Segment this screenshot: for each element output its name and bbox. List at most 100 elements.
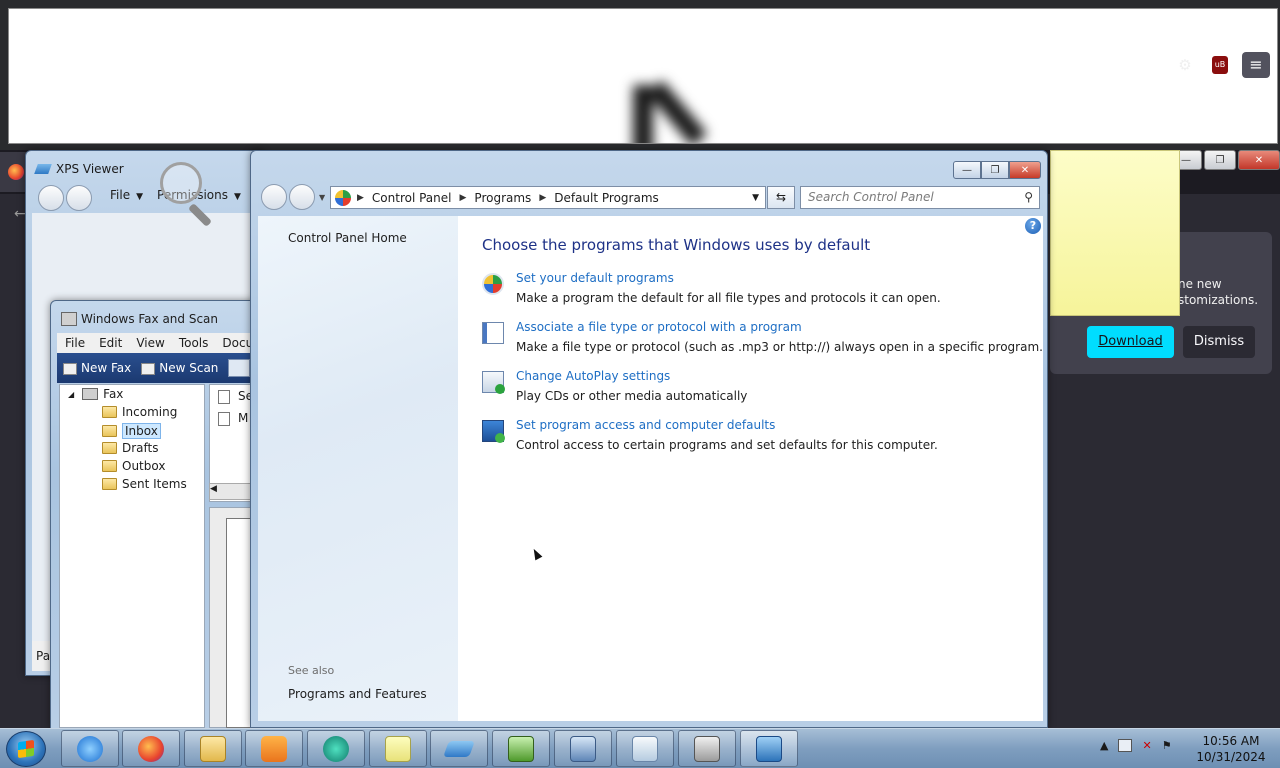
- tree-item-outbox[interactable]: Outbox: [102, 459, 165, 473]
- browser-app-icon: [323, 735, 349, 762]
- taskbar-control-panel[interactable]: [740, 730, 798, 767]
- hamburger-menu-icon[interactable]: ≡: [1242, 52, 1270, 78]
- tree-item-sent[interactable]: Sent Items: [102, 477, 187, 491]
- program-access-link[interactable]: Set program access and computer defaults: [516, 418, 775, 432]
- volume-muted-icon[interactable]: ✕: [1142, 739, 1151, 752]
- task-description: Control access to certain programs and s…: [516, 438, 938, 452]
- taskbar-windows-explorer[interactable]: [184, 730, 242, 767]
- change-autoplay-link[interactable]: Change AutoPlay settings: [516, 369, 670, 383]
- start-button[interactable]: [6, 731, 46, 767]
- maximize-icon[interactable]: ❐: [981, 161, 1009, 179]
- folder-icon: [200, 735, 226, 762]
- flag-icon[interactable]: ⚑: [1162, 739, 1172, 752]
- menu-view[interactable]: View: [136, 336, 164, 350]
- forward-button[interactable]: [66, 185, 92, 211]
- button-label: New Scan: [159, 361, 219, 375]
- taskbar-browser-app[interactable]: [307, 730, 365, 767]
- scanner-icon: [141, 362, 156, 375]
- associate-file-type-link[interactable]: Associate a file type or protocol with a…: [516, 320, 802, 334]
- chevron-down-icon[interactable]: ▼: [752, 193, 759, 203]
- document-icon: [632, 735, 658, 762]
- fax-scan-window: Windows Fax and Scan File Edit View Tool…: [50, 300, 265, 730]
- taskbar-sticky-notes[interactable]: [369, 730, 427, 767]
- taskbar-greenshot-app[interactable]: [492, 730, 550, 767]
- page-title: Choose the programs that Windows uses by…: [482, 236, 871, 254]
- tree-label: Incoming: [122, 405, 178, 419]
- window-title: Windows Fax and Scan: [81, 312, 219, 326]
- programs-features-link[interactable]: Programs and Features: [288, 687, 427, 701]
- chevron-right-icon[interactable]: ▶: [460, 193, 467, 203]
- chevron-right-icon[interactable]: ▶: [539, 193, 546, 203]
- maximize-icon[interactable]: ❐: [1204, 150, 1236, 170]
- preview-pane: [209, 507, 256, 728]
- set-default-programs-link[interactable]: Set your default programs: [516, 271, 674, 285]
- search-placeholder: Search Control Panel: [808, 190, 934, 204]
- forward-button[interactable]: [289, 184, 315, 210]
- outbox-icon: [102, 460, 117, 472]
- tree-label: Drafts: [122, 441, 159, 455]
- taskbar-firefox[interactable]: [122, 730, 180, 767]
- taskbar-internet-explorer[interactable]: [61, 730, 119, 767]
- minimize-icon[interactable]: —: [953, 161, 981, 179]
- fax-scan-icon: [570, 735, 596, 762]
- tree-item-inbox[interactable]: Inbox: [102, 423, 161, 439]
- xps-icon: [34, 164, 52, 174]
- tree-root[interactable]: ◢ Fax: [68, 387, 123, 401]
- network-icon[interactable]: [1118, 739, 1133, 752]
- breadcrumb-control-panel[interactable]: Control Panel: [372, 191, 452, 205]
- back-button[interactable]: [261, 184, 287, 210]
- taskbar-printer-app[interactable]: [678, 730, 736, 767]
- menu-tools[interactable]: Tools: [179, 336, 209, 350]
- horizontal-scrollbar[interactable]: ◀: [209, 483, 253, 500]
- main-content: Control Panel Home See also Programs and…: [258, 216, 1043, 721]
- menu-label: File: [110, 188, 131, 202]
- button-label: New Fax: [81, 361, 132, 375]
- folder-icon: [102, 406, 117, 418]
- taskbar-fax-scan[interactable]: [554, 730, 612, 767]
- blurred-image: [627, 79, 767, 143]
- breadcrumb-programs[interactable]: Programs: [474, 191, 531, 205]
- taskbar-xps-viewer[interactable]: [430, 730, 488, 767]
- file-menu[interactable]: File ▼: [110, 188, 143, 202]
- drafts-icon: [102, 442, 117, 454]
- firefox-logo-icon: [8, 164, 24, 180]
- tree-label: Fax: [103, 387, 124, 401]
- download-button[interactable]: Download: [1087, 326, 1174, 358]
- search-icon[interactable]: ⚲: [1024, 190, 1033, 204]
- close-icon[interactable]: ✕: [1238, 150, 1280, 170]
- menu-edit[interactable]: Edit: [99, 336, 122, 350]
- extensions-icon[interactable]: ⚙: [1174, 54, 1196, 76]
- panel-text-line: stomizations.: [1178, 293, 1259, 307]
- back-arrow-icon[interactable]: ←: [14, 206, 26, 222]
- clock[interactable]: 10:56 AM 10/31/2024: [1196, 733, 1266, 765]
- breadcrumb-default-programs[interactable]: Default Programs: [554, 191, 659, 205]
- menu-file[interactable]: File: [65, 336, 85, 350]
- tree-item-incoming[interactable]: Incoming: [102, 405, 177, 419]
- collapse-icon[interactable]: ◢: [68, 390, 74, 399]
- panel-text-line: ne new: [1178, 277, 1222, 291]
- taskbar-paper-document-app[interactable]: [616, 730, 674, 767]
- list-item[interactable]: M: [210, 407, 252, 429]
- chevron-down-icon[interactable]: ▼: [319, 193, 325, 202]
- refresh-button[interactable]: ⇆: [767, 186, 795, 209]
- dismiss-button[interactable]: Dismiss: [1183, 326, 1255, 358]
- help-icon[interactable]: ?: [1025, 218, 1041, 234]
- magnifier-icon: [160, 162, 220, 228]
- forward-email-icon[interactable]: [228, 359, 251, 377]
- new-scan-button[interactable]: New Scan: [141, 361, 218, 375]
- back-button[interactable]: [38, 185, 64, 211]
- control-panel-home-link[interactable]: Control Panel Home: [288, 231, 407, 245]
- see-also-label: See also: [288, 664, 335, 677]
- tree-item-drafts[interactable]: Drafts: [102, 441, 159, 455]
- close-icon[interactable]: ✕: [1009, 161, 1041, 179]
- ublock-icon[interactable]: uB: [1212, 56, 1228, 74]
- show-hidden-icons-icon[interactable]: ▲: [1100, 739, 1108, 752]
- search-input[interactable]: Search Control Panel ⚲: [800, 186, 1040, 209]
- taskbar-media-player[interactable]: [245, 730, 303, 767]
- chevron-right-icon[interactable]: ▶: [357, 193, 364, 203]
- nav-buttons: [38, 185, 94, 211]
- list-item[interactable]: Se: [210, 385, 253, 407]
- sticky-note[interactable]: [1050, 150, 1180, 316]
- address-bar[interactable]: ▶ Control Panel ▶ Programs ▶ Default Pro…: [330, 186, 766, 209]
- new-fax-button[interactable]: New Fax: [63, 361, 131, 375]
